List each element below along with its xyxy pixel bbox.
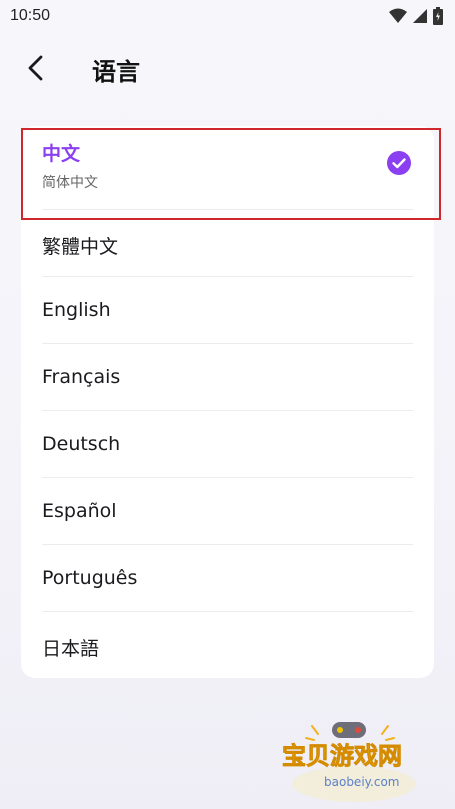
language-list-card: 中文 简体中文 繁體中文 English Français Deutsch Es… [21, 126, 434, 678]
language-label: Français [42, 366, 121, 388]
language-item-selected[interactable]: 中文 简体中文 [42, 126, 413, 210]
watermark-logo: 宝贝游戏网 baobeiy.com [282, 722, 416, 802]
language-sublabel: 简体中文 [42, 175, 98, 191]
page-title: 语言 [92, 58, 140, 86]
language-label: 中文 [42, 143, 81, 165]
language-item[interactable]: Português [42, 545, 413, 612]
language-label: 繁體中文 [42, 236, 119, 258]
language-item[interactable]: 日本語 [42, 612, 413, 678]
back-button[interactable] [18, 50, 54, 86]
language-item[interactable]: Español [42, 478, 413, 545]
back-arrow-icon [28, 55, 43, 81]
status-bar: 10:50 [0, 0, 455, 32]
signal-icon [413, 9, 427, 23]
app-header: 语言 [0, 40, 455, 96]
gamepad-icon [332, 722, 366, 738]
battery-icon [433, 7, 443, 25]
language-item[interactable]: 繁體中文 [42, 210, 413, 277]
language-item[interactable]: Deutsch [42, 411, 413, 478]
language-label: 日本語 [42, 638, 100, 660]
watermark-brand: 宝贝游戏网 [282, 742, 402, 770]
wifi-icon [389, 8, 407, 23]
language-label: Português [42, 567, 138, 589]
language-label: Deutsch [42, 433, 121, 455]
status-icons [389, 7, 443, 25]
status-time: 10:50 [10, 7, 51, 24]
language-item[interactable]: English [42, 277, 413, 344]
language-label: English [42, 299, 111, 321]
language-label: Español [42, 500, 117, 522]
watermark-domain: baobeiy.com [324, 775, 399, 789]
language-item[interactable]: Français [42, 344, 413, 411]
check-circle-icon [387, 151, 411, 175]
